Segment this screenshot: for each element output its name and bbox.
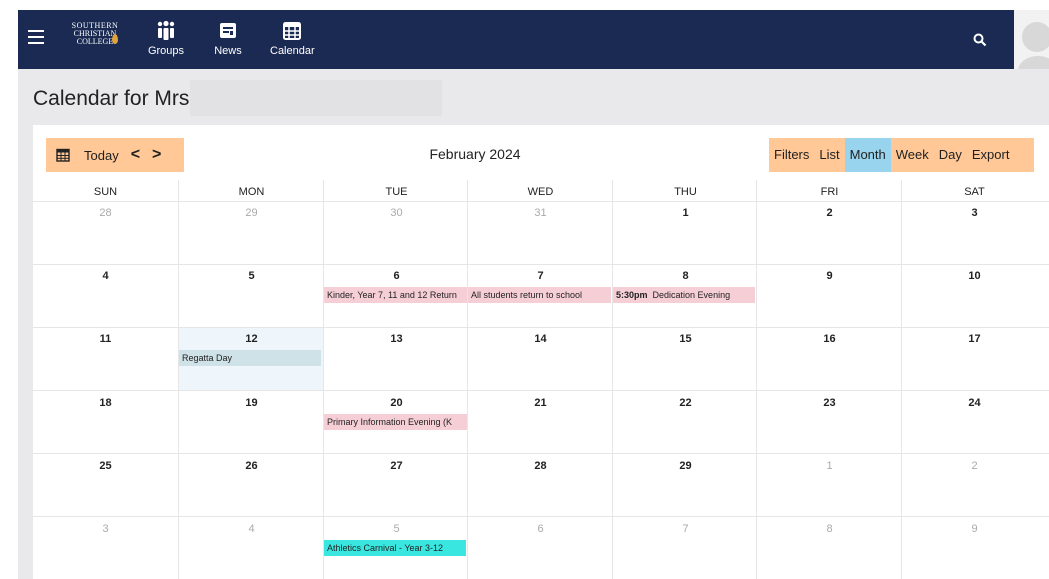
day-number[interactable]: 19: [179, 397, 324, 409]
event-regatta-day[interactable]: Regatta Day: [179, 350, 321, 366]
weekday-thu: THU: [674, 186, 697, 198]
day-number[interactable]: 5: [179, 270, 324, 282]
weekday-fri: FRI: [820, 186, 839, 198]
day-number[interactable]: 28: [468, 460, 613, 472]
day-number[interactable]: 3: [902, 207, 1047, 219]
day-number[interactable]: 15: [613, 333, 758, 345]
event-title: Dedication Evening: [652, 290, 731, 300]
search-icon[interactable]: [972, 32, 988, 48]
export-button[interactable]: Export: [967, 138, 1015, 172]
day-number[interactable]: 27: [324, 460, 469, 472]
nav-groups-label: Groups: [147, 45, 185, 57]
day-number[interactable]: 17: [902, 333, 1047, 345]
grid-row-divider: [33, 516, 1049, 517]
day-number[interactable]: 28: [33, 207, 178, 219]
grid-row-divider: [33, 201, 1049, 202]
nav-groups[interactable]: Groups: [146, 20, 186, 57]
event-time: 5:30pm: [616, 290, 648, 300]
weekday-mon: MON: [238, 186, 265, 198]
grid-row-divider: [33, 390, 1049, 391]
day-number[interactable]: 7: [468, 270, 613, 282]
day-number[interactable]: 18: [33, 397, 178, 409]
day-number[interactable]: 21: [468, 397, 613, 409]
month-view-button[interactable]: Month: [844, 138, 891, 172]
nav-calendar-label: Calendar: [270, 45, 315, 57]
grid-row-divider: [33, 453, 1049, 454]
day-number[interactable]: 9: [757, 270, 902, 282]
day-number[interactable]: 7: [613, 523, 758, 535]
page-title-name-redacted: [190, 80, 442, 116]
school-logo[interactable]: SOUTHERN CHRISTIAN COLLEGE: [70, 22, 120, 56]
weekday-sun: SUN: [93, 186, 118, 198]
event-primary-info-evening[interactable]: Primary Information Evening (K: [324, 414, 467, 430]
grid-col-divider: [323, 180, 324, 579]
event-all-students-return[interactable]: All students return to school: [468, 287, 611, 303]
weekday-wed: WED: [527, 186, 554, 198]
day-number[interactable]: 30: [324, 207, 469, 219]
day-number[interactable]: 1: [757, 460, 902, 472]
day-number[interactable]: 23: [757, 397, 902, 409]
day-number[interactable]: 6: [324, 270, 469, 282]
day-number[interactable]: 6: [468, 523, 613, 535]
flame-icon: [112, 34, 118, 44]
calendar-icon: [283, 22, 301, 40]
day-number[interactable]: 12: [179, 333, 324, 345]
day-number[interactable]: 22: [613, 397, 758, 409]
grid-row-divider: [33, 264, 1049, 265]
day-number[interactable]: 14: [468, 333, 613, 345]
day-number[interactable]: 11: [33, 333, 178, 345]
day-number[interactable]: 4: [179, 523, 324, 535]
day-number[interactable]: 26: [179, 460, 324, 472]
day-number[interactable]: 2: [757, 207, 902, 219]
day-number[interactable]: 13: [324, 333, 469, 345]
day-number[interactable]: 5: [324, 523, 469, 535]
user-avatar[interactable]: [1014, 10, 1049, 69]
day-number[interactable]: 9: [902, 523, 1047, 535]
list-view-button[interactable]: List: [814, 138, 844, 172]
today-button[interactable]: Today: [84, 148, 119, 163]
day-number[interactable]: 8: [757, 523, 902, 535]
prev-month-button[interactable]: <: [131, 146, 140, 164]
day-number[interactable]: 20: [324, 397, 469, 409]
day-number[interactable]: 29: [613, 460, 758, 472]
day-number[interactable]: 25: [33, 460, 178, 472]
day-view-button[interactable]: Day: [934, 138, 967, 172]
nav-news[interactable]: News: [213, 20, 243, 57]
weekday-sat: SAT: [964, 186, 985, 198]
grid-row-divider: [33, 327, 1049, 328]
event-kinder-return[interactable]: Kinder, Year 7, 11 and 12 Return: [324, 287, 467, 303]
day-number[interactable]: 1: [613, 207, 758, 219]
grid-col-divider: [467, 180, 468, 579]
grid-col-divider: [901, 180, 902, 579]
day-number[interactable]: 29: [179, 207, 324, 219]
news-icon: [220, 23, 236, 38]
month-title: February 2024: [429, 146, 521, 162]
event-dedication-evening[interactable]: 5:30pm Dedication Evening: [613, 287, 755, 303]
nav-news-label: News: [214, 45, 242, 57]
page-title: Calendar for Mrs: [33, 87, 190, 110]
view-switcher: Filters List Month Week Day Export: [769, 138, 1034, 172]
top-navbar: SOUTHERN CHRISTIAN COLLEGE Groups News C…: [18, 10, 1049, 69]
grid-col-divider: [612, 180, 613, 579]
grid-col-divider: [756, 180, 757, 579]
grid-col-divider: [178, 180, 179, 579]
groups-icon: [157, 20, 175, 40]
day-number[interactable]: 10: [902, 270, 1047, 282]
event-athletics-carnival[interactable]: Athletics Carnival - Year 3-12: [324, 540, 466, 556]
day-number[interactable]: 4: [33, 270, 178, 282]
day-number[interactable]: 16: [757, 333, 902, 345]
weekday-tue: TUE: [385, 186, 408, 198]
filters-button[interactable]: Filters: [769, 138, 814, 172]
hamburger-menu-icon[interactable]: [28, 30, 44, 46]
day-number[interactable]: 3: [33, 523, 178, 535]
toolbar-nav-group: Today < >: [46, 138, 184, 172]
day-number[interactable]: 8: [613, 270, 758, 282]
day-number[interactable]: 2: [902, 460, 1047, 472]
calendar-picker-icon[interactable]: [56, 148, 70, 162]
nav-calendar[interactable]: Calendar: [270, 20, 315, 57]
week-view-button[interactable]: Week: [891, 138, 934, 172]
day-number[interactable]: 24: [902, 397, 1047, 409]
next-month-button[interactable]: >: [152, 146, 161, 164]
day-number[interactable]: 31: [468, 207, 613, 219]
